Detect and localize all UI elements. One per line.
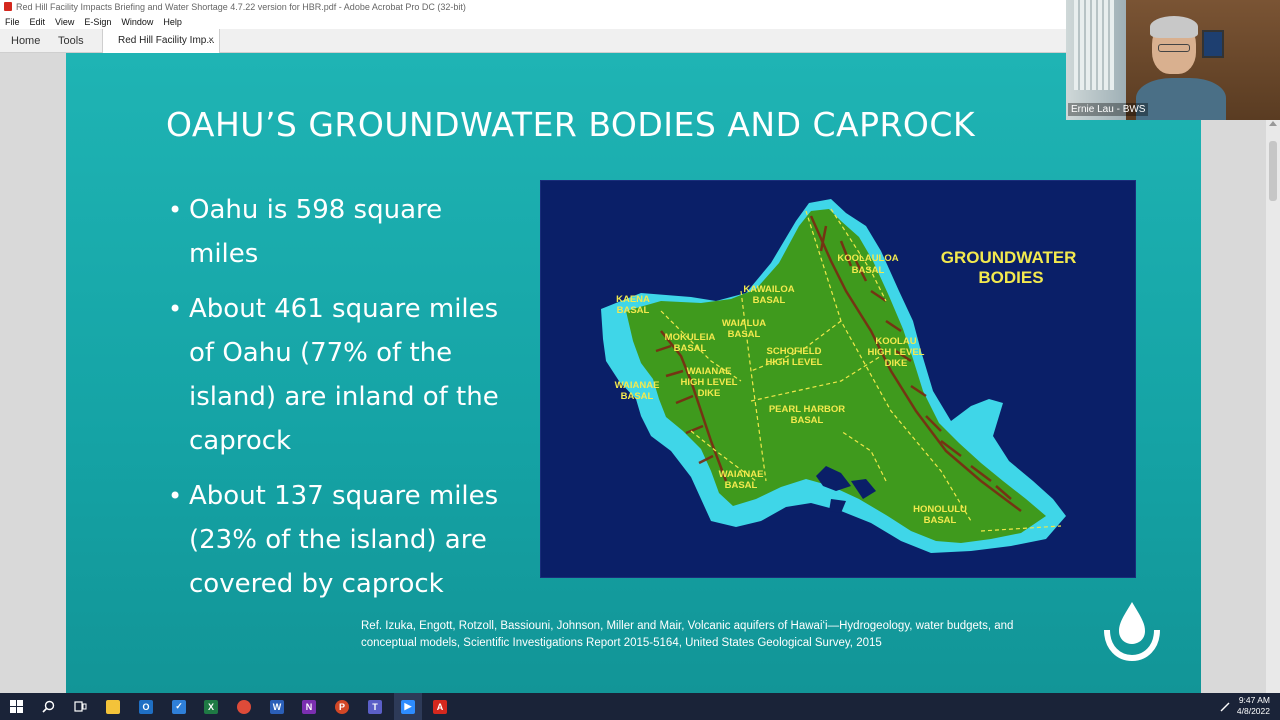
webcam-background-blinds: [1074, 0, 1114, 90]
tab-tools[interactable]: Tools: [58, 29, 84, 53]
scrollbar-thumb[interactable]: [1269, 141, 1277, 201]
webcam-participant-shirt: [1136, 78, 1226, 120]
todo-icon[interactable]: ✓: [169, 697, 189, 716]
task-view-icon[interactable]: [70, 697, 90, 716]
clock-date: 4/8/2022: [1236, 706, 1270, 716]
map-heading: GROUNDWATER BODIES: [941, 248, 1081, 287]
label-waialua: WAIALUA BASAL: [722, 318, 766, 340]
excel-icon[interactable]: X: [201, 697, 221, 716]
tab-home[interactable]: Home: [11, 29, 40, 53]
menu-view[interactable]: View: [55, 17, 74, 27]
vertical-scrollbar[interactable]: [1266, 53, 1280, 693]
chrome-icon[interactable]: [234, 697, 254, 716]
file-explorer-icon[interactable]: [103, 697, 123, 716]
label-waianae-basal-west: WAIANAE BASAL: [615, 380, 660, 402]
oahu-map-graphic: GROUNDWATER BODIES KOOLAULOA BASAL KAWAIL…: [601, 199, 1081, 553]
tab-document-label: Red Hill Facility Imp...: [118, 35, 215, 46]
scroll-up-icon[interactable]: [1269, 121, 1277, 126]
acrobat-icon[interactable]: A: [430, 697, 450, 716]
webcam-participant-glasses: [1158, 44, 1190, 52]
menu-esign[interactable]: E-Sign: [84, 17, 111, 27]
powerpoint-icon[interactable]: P: [332, 697, 352, 716]
webcam-background-monitor: [1202, 30, 1224, 58]
webcam-participant-hair: [1150, 16, 1198, 38]
search-icon[interactable]: [38, 697, 58, 716]
taskbar-clock[interactable]: 9:47 AM 4/8/2022: [1237, 695, 1270, 717]
map-heading-line: GROUNDWATER: [941, 248, 1077, 267]
bullet-list: Oahu is 598 square miles About 461 squar…: [168, 188, 513, 617]
menu-help[interactable]: Help: [163, 17, 182, 27]
acrobat-app-icon: [4, 2, 12, 11]
word-icon[interactable]: W: [267, 697, 287, 716]
map-heading-line: BODIES: [978, 268, 1043, 287]
bullet-item: About 461 square miles of Oahu (77% of t…: [168, 287, 513, 463]
windows-taskbar: O ✓ X W N P T ▶ A 9:47 AM 4/8/2022: [0, 693, 1280, 720]
close-tab-icon[interactable]: ×: [208, 29, 214, 53]
participant-name-tag: Ernie Lau - BWS: [1068, 103, 1149, 116]
label-waianae-basal-south: WAIANAE BASAL: [719, 469, 764, 491]
teams-icon[interactable]: T: [365, 697, 385, 716]
clock-time: 9:47 AM: [1238, 695, 1270, 705]
pen-icon[interactable]: [1215, 697, 1235, 716]
zoom-icon[interactable]: ▶: [398, 697, 418, 716]
tab-document[interactable]: Red Hill Facility Imp... ×: [102, 29, 220, 53]
outlook-icon[interactable]: O: [136, 697, 156, 716]
menu-edit[interactable]: Edit: [30, 17, 46, 27]
bullet-item: Oahu is 598 square miles: [168, 188, 513, 276]
start-icon[interactable]: [6, 697, 26, 716]
water-drop-logo-icon: [1104, 602, 1160, 662]
bullet-item: About 137 square miles (23% of the islan…: [168, 474, 513, 606]
reference-citation: Ref. Izuka, Engott, Rotzoll, Bassiouni, …: [361, 620, 1014, 649]
groundwater-map: GROUNDWATER BODIES KOOLAULOA BASAL KAWAIL…: [540, 180, 1136, 578]
window-title: Red Hill Facility Impacts Briefing and W…: [16, 2, 466, 12]
slide-title: OAHU’S GROUNDWATER BODIES AND CAPROCK: [166, 105, 976, 144]
onenote-icon[interactable]: N: [299, 697, 319, 716]
webcam-video-tile[interactable]: Ernie Lau - BWS: [1066, 0, 1280, 120]
menu-file[interactable]: File: [5, 17, 20, 27]
menu-window[interactable]: Window: [121, 17, 153, 27]
presentation-slide: OAHU’S GROUNDWATER BODIES AND CAPROCK Oa…: [66, 53, 1201, 693]
label-kaena: KAENA BASAL: [616, 294, 650, 316]
label-schofield: SCHOFIELD HIGH LEVEL: [765, 346, 822, 368]
